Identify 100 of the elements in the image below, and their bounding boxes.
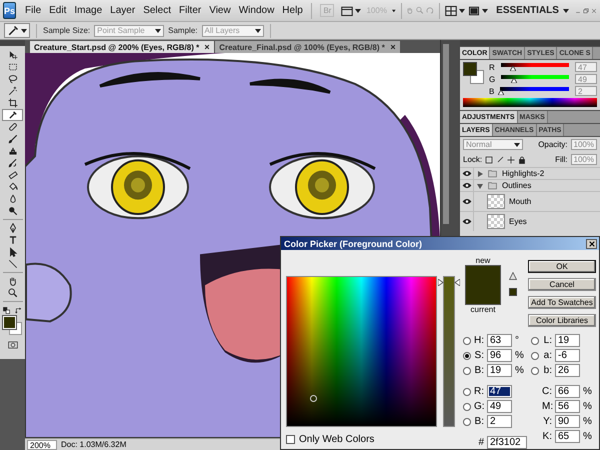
value-field[interactable]: 96: [487, 349, 512, 362]
tool-button[interactable]: [2, 109, 23, 121]
crop-tool-icon[interactable]: [8, 98, 18, 108]
dialog-button[interactable]: Cancel: [528, 278, 596, 291]
gamut-color-swatch[interactable]: [509, 288, 517, 296]
value-field[interactable]: 26: [555, 364, 580, 377]
value-field[interactable]: 63: [487, 334, 512, 347]
stamp-tool-icon[interactable]: [8, 146, 18, 156]
menu-item[interactable]: Layer: [107, 5, 138, 16]
value-field[interactable]: 56: [555, 400, 580, 413]
menu-item[interactable]: Edit: [46, 5, 70, 16]
layer-name[interactable]: Eyes: [509, 217, 527, 226]
close-icon[interactable]: [588, 240, 594, 246]
brush-tool-icon[interactable]: [8, 134, 18, 144]
menu-item[interactable]: Window: [236, 5, 278, 16]
disclosure-triangle-icon[interactable]: [477, 170, 483, 176]
value-field[interactable]: 47: [487, 385, 512, 398]
menu-item[interactable]: Filter: [176, 5, 204, 16]
transparency-lock-icon[interactable]: [485, 156, 494, 164]
document-tab[interactable]: Creature_Final.psd @ 100% (Eyes, RGB/8) *: [215, 41, 400, 53]
workspace-switcher[interactable]: ESSENTIALS: [492, 5, 573, 16]
line-tool-icon[interactable]: [8, 259, 18, 269]
radio-button[interactable]: [463, 388, 471, 396]
radio-button[interactable]: [463, 352, 471, 360]
layer-name[interactable]: Mouth: [509, 197, 532, 206]
value-field[interactable]: 2: [487, 415, 512, 428]
eyedropper-tool-icon[interactable]: [8, 110, 18, 120]
visibility-toggle[interactable]: [460, 180, 474, 191]
move-icon[interactable]: [507, 156, 516, 164]
channel-slider[interactable]: [498, 74, 572, 84]
radio-button[interactable]: [463, 418, 471, 426]
menu-item[interactable]: File: [22, 5, 44, 16]
eye-icon[interactable]: [462, 182, 472, 189]
eraser-tool-icon[interactable]: [8, 170, 18, 180]
dodge-tool-icon[interactable]: [8, 206, 18, 216]
value-field[interactable]: -6: [555, 349, 580, 362]
lock-icon[interactable]: [518, 156, 526, 164]
slider-thumb[interactable]: [438, 279, 460, 286]
blur-tool-icon[interactable]: [8, 194, 18, 204]
dialog-button[interactable]: OK: [528, 260, 596, 273]
arrange-documents-button[interactable]: [444, 4, 466, 16]
healing-tool-icon[interactable]: [8, 122, 18, 132]
color-picker-ring[interactable]: [310, 394, 318, 402]
hand-tool-icon[interactable]: [8, 276, 18, 286]
slider-thumb[interactable]: [498, 90, 504, 95]
close-button[interactable]: [586, 238, 597, 248]
visibility-toggle[interactable]: [460, 192, 474, 211]
eye-icon[interactable]: [462, 170, 472, 177]
value-field[interactable]: 90: [555, 415, 580, 428]
default-colors-icon[interactable]: [3, 307, 10, 314]
screen-layout-button[interactable]: [340, 4, 362, 16]
restore-icon[interactable]: [582, 6, 589, 16]
checkbox[interactable]: [286, 435, 295, 444]
eye-icon[interactable]: [462, 198, 472, 205]
swap-arrows-icon[interactable]: [15, 307, 22, 314]
value-field[interactable]: 66: [555, 385, 580, 398]
marquee-tool-icon[interactable]: [8, 62, 18, 72]
lasso-tool-icon[interactable]: [8, 74, 18, 84]
bucket-tool-icon[interactable]: [8, 182, 18, 192]
scroll-bar[interactable]: [443, 44, 449, 224]
foreground-color-swatch[interactable]: [2, 316, 16, 329]
close-icon[interactable]: [390, 44, 396, 50]
tool-preset-picker[interactable]: [4, 23, 30, 38]
menu-item[interactable]: Image: [71, 5, 106, 16]
radio-button[interactable]: [463, 366, 471, 374]
visibility-toggle[interactable]: [460, 212, 474, 231]
path-tool-icon[interactable]: [8, 247, 18, 257]
saturation-slider[interactable]: [438, 276, 460, 427]
color-spectrum-bar[interactable]: [463, 98, 597, 107]
menu-item[interactable]: Select: [140, 5, 174, 16]
color-field[interactable]: [286, 276, 437, 427]
disclosure-triangle-icon[interactable]: [477, 182, 483, 188]
close-icon[interactable]: [204, 44, 210, 50]
layer-name[interactable]: Highlights-2: [502, 169, 544, 178]
hex-field[interactable]: 2f3102: [487, 436, 527, 449]
wand-tool-icon[interactable]: [8, 86, 18, 96]
visibility-toggle[interactable]: [460, 168, 474, 179]
screen-mode-button[interactable]: [467, 4, 488, 16]
radio-button[interactable]: [531, 366, 539, 374]
layer-name[interactable]: Outlines: [502, 181, 532, 190]
move-tool-icon[interactable]: [8, 50, 18, 60]
zoom-tool-icon[interactable]: [8, 288, 18, 298]
eye-icon[interactable]: [462, 218, 472, 225]
menu-item[interactable]: View: [206, 5, 234, 16]
history-tool-icon[interactable]: [8, 158, 18, 168]
radio-button[interactable]: [531, 336, 539, 344]
menu-item[interactable]: Help: [279, 5, 306, 16]
type-tool-icon[interactable]: [8, 235, 18, 245]
value-field[interactable]: 65: [555, 430, 580, 443]
dialog-button[interactable]: Color Libraries: [528, 314, 596, 327]
value-field[interactable]: 49: [487, 400, 512, 413]
value-field[interactable]: 19: [555, 334, 580, 347]
pen-tool-icon[interactable]: [8, 223, 18, 233]
quick-mask-icon[interactable]: [6, 340, 20, 350]
radio-button[interactable]: [531, 352, 539, 360]
zoom-level-field[interactable]: 200%: [27, 440, 57, 450]
radio-button[interactable]: [463, 336, 471, 344]
brush-icon[interactable]: [496, 156, 504, 164]
dialog-button[interactable]: Add To Swatches: [528, 296, 596, 309]
value-field[interactable]: 19: [487, 364, 512, 377]
